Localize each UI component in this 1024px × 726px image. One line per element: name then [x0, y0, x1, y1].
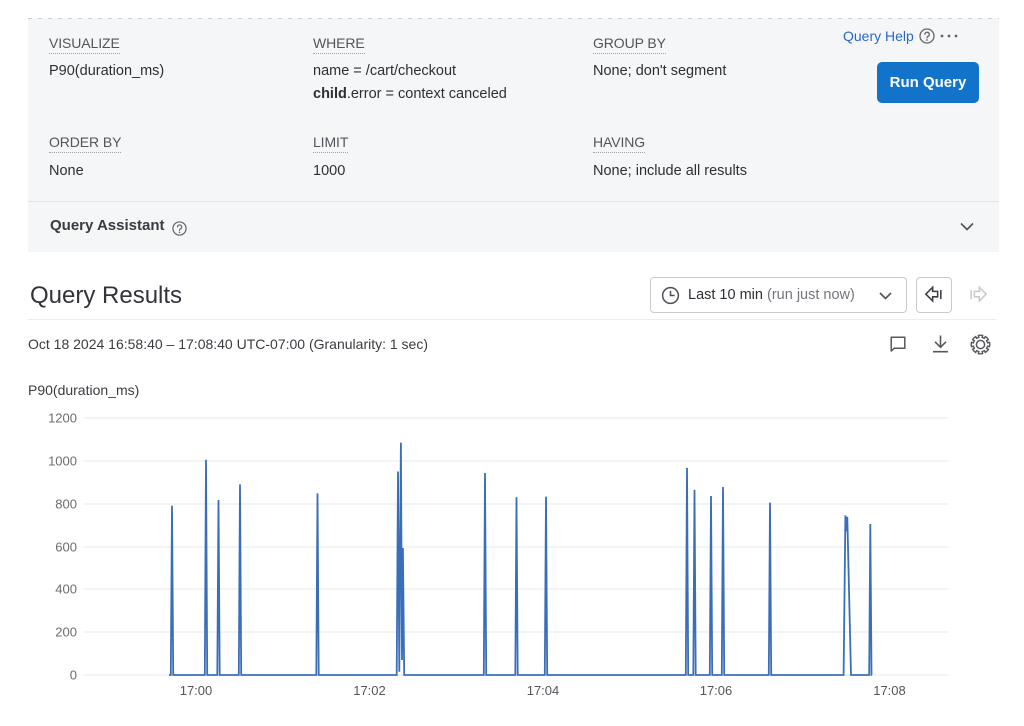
svg-text:17:08: 17:08: [873, 683, 906, 698]
svg-text:0: 0: [70, 668, 77, 683]
svg-text:17:00: 17:00: [180, 683, 213, 698]
svg-text:17:04: 17:04: [527, 683, 560, 698]
svg-text:600: 600: [55, 540, 77, 555]
svg-text:17:02: 17:02: [353, 683, 386, 698]
svg-text:1000: 1000: [48, 454, 77, 469]
svg-text:800: 800: [55, 497, 77, 512]
svg-text:1200: 1200: [48, 411, 77, 426]
svg-text:400: 400: [55, 582, 77, 597]
svg-text:17:06: 17:06: [700, 683, 733, 698]
svg-text:200: 200: [55, 625, 77, 640]
